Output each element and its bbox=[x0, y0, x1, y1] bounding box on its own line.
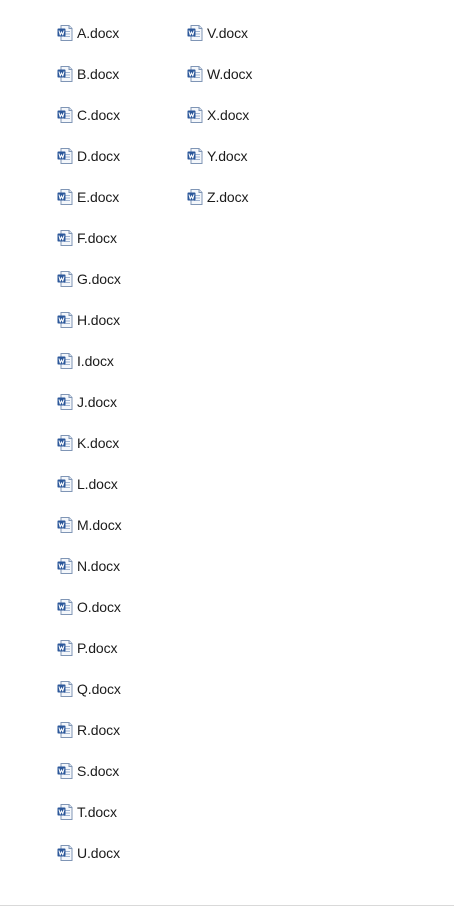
file-name-label: V.docx bbox=[207, 24, 248, 41]
file-list-view: A.docx B.docx C.docx D.docx E.docx F.doc… bbox=[0, 0, 454, 900]
file-item[interactable]: B.docx bbox=[56, 53, 122, 94]
file-name-label: M.docx bbox=[77, 516, 122, 533]
file-item[interactable]: S.docx bbox=[56, 750, 122, 791]
word-document-icon bbox=[56, 270, 74, 288]
word-document-icon bbox=[56, 147, 74, 165]
file-item[interactable]: C.docx bbox=[56, 94, 122, 135]
file-name-label: P.docx bbox=[77, 639, 118, 656]
word-document-icon bbox=[56, 803, 74, 821]
file-name-label: W.docx bbox=[207, 65, 253, 82]
word-document-icon bbox=[56, 352, 74, 370]
file-item[interactable]: I.docx bbox=[56, 340, 122, 381]
file-name-label: Y.docx bbox=[207, 147, 248, 164]
word-document-icon bbox=[56, 229, 74, 247]
word-document-icon bbox=[56, 106, 74, 124]
word-document-icon bbox=[56, 188, 74, 206]
word-document-icon bbox=[186, 188, 204, 206]
word-document-icon bbox=[56, 65, 74, 83]
file-name-label: F.docx bbox=[77, 229, 117, 246]
file-name-label: D.docx bbox=[77, 147, 120, 164]
file-item[interactable]: T.docx bbox=[56, 791, 122, 832]
word-document-icon bbox=[56, 475, 74, 493]
word-document-icon bbox=[56, 598, 74, 616]
file-name-label: B.docx bbox=[77, 65, 120, 82]
word-document-icon bbox=[56, 24, 74, 42]
word-document-icon bbox=[56, 762, 74, 780]
file-name-label: S.docx bbox=[77, 762, 120, 779]
file-item[interactable]: G.docx bbox=[56, 258, 122, 299]
word-document-icon bbox=[186, 147, 204, 165]
file-name-label: A.docx bbox=[77, 24, 120, 41]
file-name-label: Q.docx bbox=[77, 680, 121, 697]
file-item[interactable]: V.docx bbox=[186, 12, 252, 53]
word-document-icon bbox=[186, 24, 204, 42]
file-name-label: O.docx bbox=[77, 598, 121, 615]
file-name-label: T.docx bbox=[77, 803, 117, 820]
word-document-icon bbox=[56, 516, 74, 534]
file-name-label: L.docx bbox=[77, 475, 118, 492]
file-item[interactable]: Y.docx bbox=[186, 135, 252, 176]
file-name-label: E.docx bbox=[77, 188, 120, 205]
word-document-icon bbox=[56, 434, 74, 452]
word-document-icon bbox=[56, 680, 74, 698]
file-item[interactable]: W.docx bbox=[186, 53, 252, 94]
word-document-icon bbox=[56, 639, 74, 657]
file-item[interactable]: K.docx bbox=[56, 422, 122, 463]
file-item[interactable]: D.docx bbox=[56, 135, 122, 176]
file-item[interactable]: H.docx bbox=[56, 299, 122, 340]
word-document-icon bbox=[56, 393, 74, 411]
file-name-label: I.docx bbox=[77, 352, 114, 369]
word-document-icon bbox=[186, 65, 204, 83]
file-item[interactable]: E.docx bbox=[56, 176, 122, 217]
file-item[interactable]: Q.docx bbox=[56, 668, 122, 709]
word-document-icon bbox=[56, 311, 74, 329]
file-item[interactable]: A.docx bbox=[56, 12, 122, 53]
file-name-label: N.docx bbox=[77, 557, 120, 574]
file-name-label: G.docx bbox=[77, 270, 121, 287]
word-document-icon bbox=[56, 557, 74, 575]
file-column-2: V.docx W.docx X.docx Y.docx Z.docx bbox=[186, 12, 252, 217]
file-name-label: K.docx bbox=[77, 434, 120, 451]
file-item[interactable]: R.docx bbox=[56, 709, 122, 750]
file-name-label: R.docx bbox=[77, 721, 120, 738]
file-item[interactable]: U.docx bbox=[56, 832, 122, 873]
file-item[interactable]: O.docx bbox=[56, 586, 122, 627]
file-column-1: A.docx B.docx C.docx D.docx E.docx F.doc… bbox=[56, 12, 122, 873]
word-document-icon bbox=[56, 844, 74, 862]
file-name-label: J.docx bbox=[77, 393, 117, 410]
file-item[interactable]: P.docx bbox=[56, 627, 122, 668]
file-item[interactable]: L.docx bbox=[56, 463, 122, 504]
file-name-label: H.docx bbox=[77, 311, 120, 328]
file-item[interactable]: F.docx bbox=[56, 217, 122, 258]
file-item[interactable]: Z.docx bbox=[186, 176, 252, 217]
word-document-icon bbox=[186, 106, 204, 124]
file-name-label: C.docx bbox=[77, 106, 120, 123]
file-item[interactable]: M.docx bbox=[56, 504, 122, 545]
word-document-icon bbox=[56, 721, 74, 739]
file-item[interactable]: N.docx bbox=[56, 545, 122, 586]
file-item[interactable]: J.docx bbox=[56, 381, 122, 422]
bottom-divider bbox=[0, 905, 454, 906]
file-item[interactable]: X.docx bbox=[186, 94, 252, 135]
file-name-label: Z.docx bbox=[207, 188, 249, 205]
file-name-label: U.docx bbox=[77, 844, 120, 861]
file-name-label: X.docx bbox=[207, 106, 250, 123]
